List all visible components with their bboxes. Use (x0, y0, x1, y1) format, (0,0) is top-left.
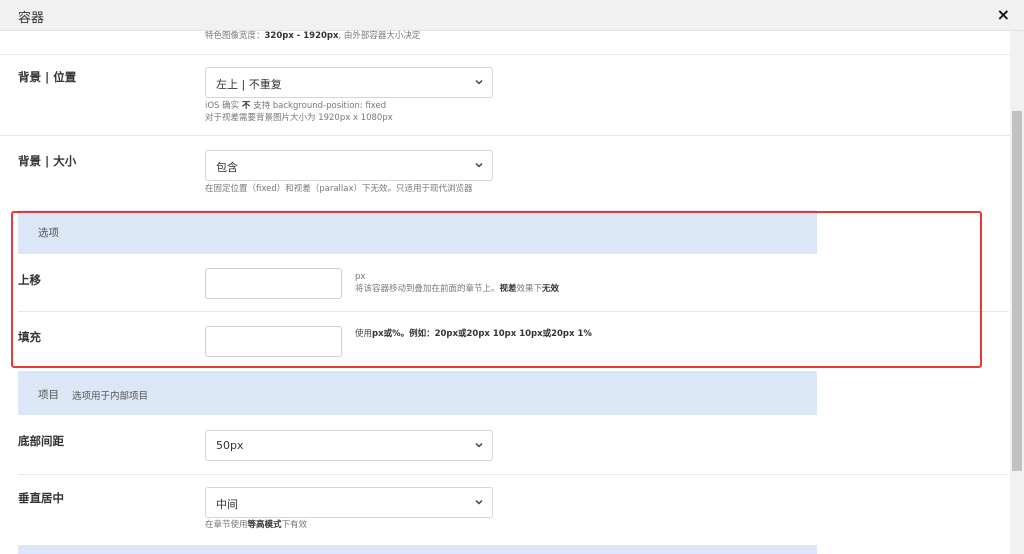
dialog-title: 容器 (18, 11, 45, 26)
bg-size-help: 在固定位置（fixed）和视差（parallax）下无效。只适用于现代浏览器 (205, 184, 473, 194)
bg-position-select[interactable]: 左上 | 不重复 (205, 67, 493, 98)
bottom-margin-select[interactable]: 50px (205, 430, 493, 461)
bottom-margin-value: 50px (216, 439, 244, 452)
feature-image-help: 特色图像宽度：320px - 1920px, 由外部容器大小决定 (205, 31, 421, 41)
padding-help: 使用px或%。例如：20px或20px 10px 10px或20px 1% (355, 329, 592, 339)
bg-size-select[interactable]: 包含 (205, 150, 493, 181)
scrollbar[interactable] (1010, 31, 1024, 554)
vertical-center-value: 中间 (216, 498, 238, 511)
vertical-center-help: 在章节使用等高模式下有效 (205, 520, 308, 530)
move-up-input[interactable] (205, 268, 342, 299)
items-section-header: 项目 选项用于内部项目 (18, 371, 817, 415)
padding-label: 填充 (18, 330, 41, 344)
chevron-down-icon (475, 161, 483, 169)
divider (0, 135, 1010, 136)
dialog-titlebar: 容器 × (0, 0, 1024, 31)
next-section-header (18, 545, 817, 554)
options-section-header: 选项 (18, 210, 817, 254)
bottom-margin-label: 底部间距 (18, 434, 64, 448)
move-up-label: 上移 (18, 273, 41, 287)
options-section-title: 选项 (38, 227, 59, 239)
bg-position-value: 左上 | 不重复 (216, 78, 282, 91)
move-up-help: px 将该容器移动到叠加在前面的章节上。视差效果下无效 (355, 272, 560, 294)
vertical-center-label: 垂直居中 (18, 491, 64, 505)
padding-input[interactable] (205, 326, 342, 357)
items-section-title: 项目 (38, 389, 59, 401)
chevron-down-icon (475, 498, 483, 506)
divider (18, 474, 1009, 475)
divider (18, 311, 1009, 312)
bg-position-help: iOS 确实 不 支持 background-position: fixed 对于… (205, 101, 393, 123)
items-section-subtitle: 选项用于内部项目 (72, 391, 149, 402)
chevron-down-icon (475, 78, 483, 86)
divider (0, 54, 1010, 55)
scrollbar-thumb[interactable] (1012, 111, 1022, 471)
bg-position-label: 背景 | 位置 (18, 70, 77, 84)
vertical-center-select[interactable]: 中间 (205, 487, 493, 518)
bg-size-value: 包含 (216, 161, 238, 174)
close-icon[interactable]: × (997, 5, 1010, 24)
bg-size-label: 背景 | 大小 (18, 154, 77, 168)
chevron-down-icon (475, 441, 483, 449)
